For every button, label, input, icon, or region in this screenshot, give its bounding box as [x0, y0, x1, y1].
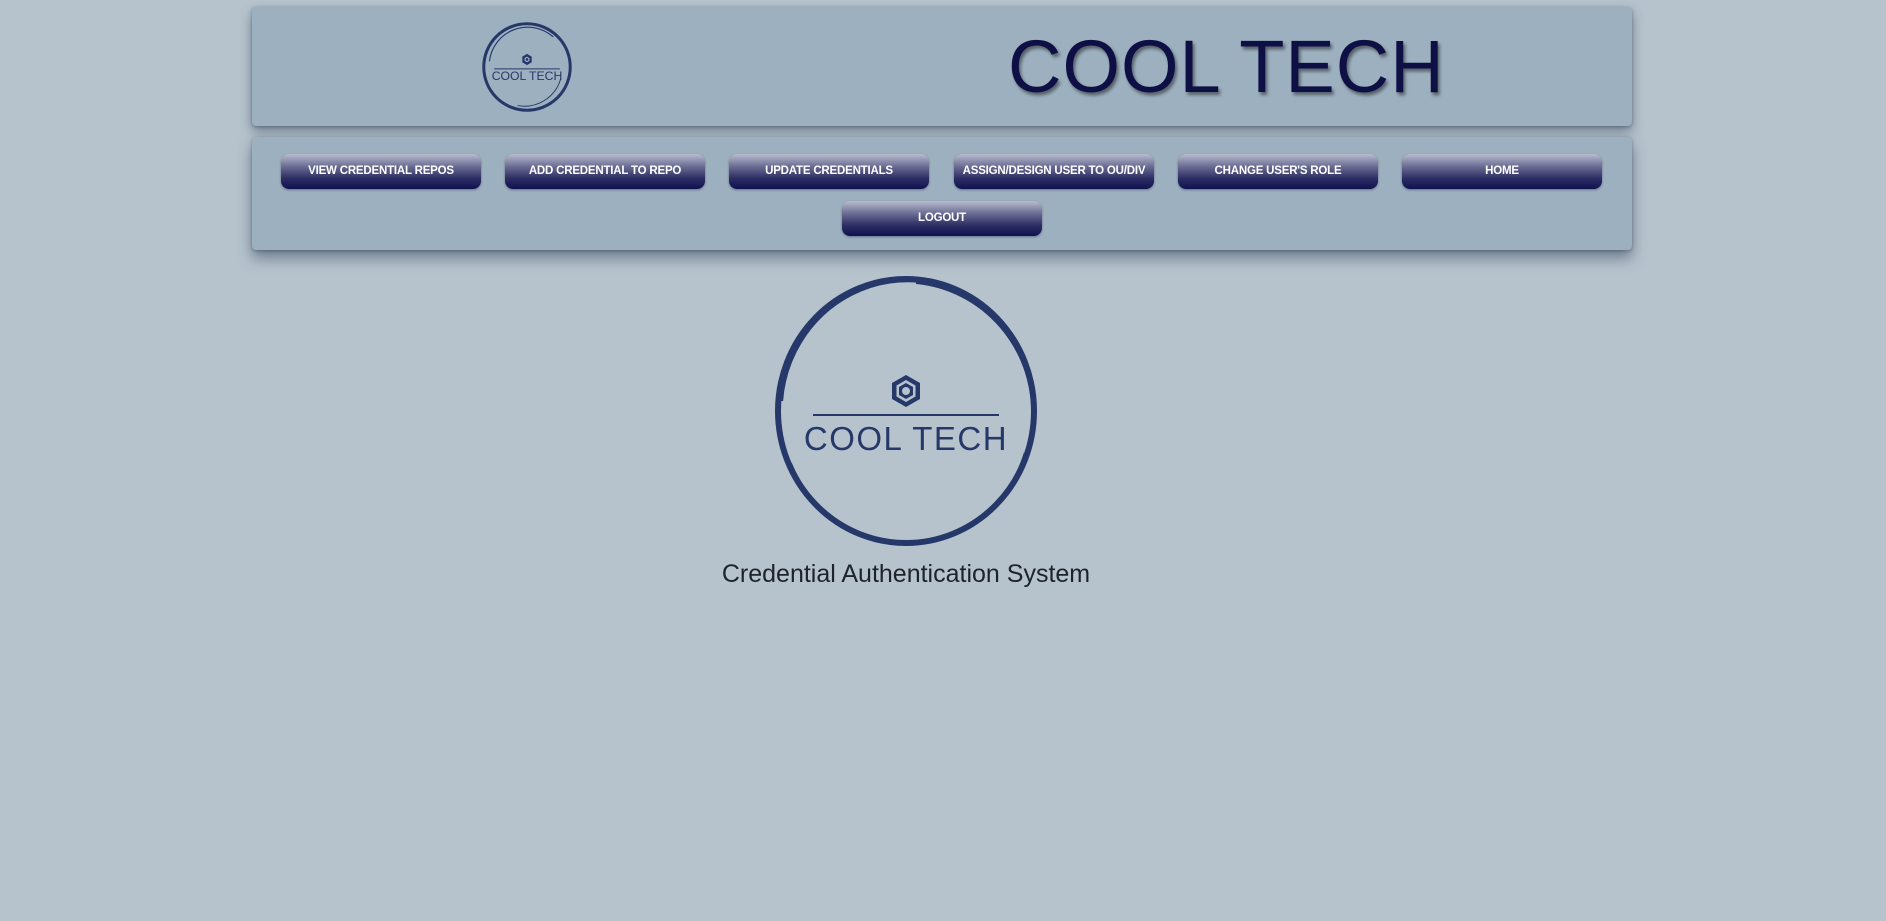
header-logo: COOL TECH [482, 22, 572, 112]
update-credentials-button[interactable]: UPDATE CREDENTIALS [729, 154, 929, 189]
main-logo-text: COOL TECH [804, 420, 1008, 457]
home-button[interactable]: HOME [1402, 154, 1602, 189]
logout-button[interactable]: LOGOUT [842, 201, 1042, 236]
header-logo-text: COOL TECH [492, 69, 563, 83]
header-bar: COOL TECH COOL TECH [252, 7, 1632, 126]
page: COOL TECH COOL TECH VIEW CREDENTIAL REPO… [0, 0, 1886, 921]
system-subtitle: Credential Authentication System [721, 560, 1091, 588]
main-logo: COOL TECH [775, 276, 1037, 546]
assign-design-user-button[interactable]: ASSIGN/DESIGN USER TO OU/DIV [954, 154, 1154, 189]
add-credential-to-repo-button[interactable]: ADD CREDENTIAL TO REPO [505, 154, 705, 189]
nav-bar: VIEW CREDENTIAL REPOS ADD CREDENTIAL TO … [252, 137, 1632, 250]
change-user-role-button[interactable]: CHANGE USER'S ROLE [1178, 154, 1378, 189]
view-credential-repos-button[interactable]: VIEW CREDENTIAL REPOS [281, 154, 481, 189]
hexagon-icon [892, 375, 920, 407]
site-title: COOL TECH [1008, 25, 1445, 108]
